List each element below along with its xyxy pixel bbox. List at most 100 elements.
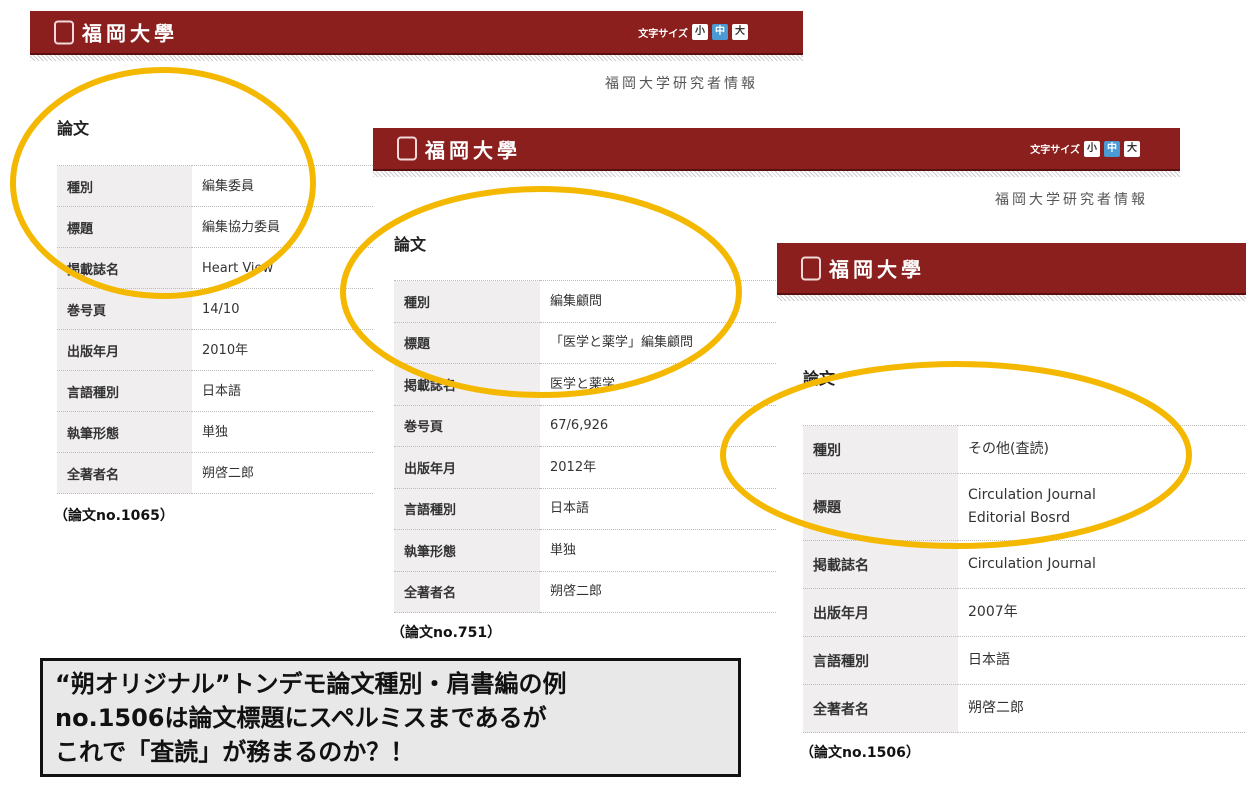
table-row: 全著者名 朔啓二郎: [394, 570, 814, 613]
table-row: 標題 「医学と薬学」編集顧問: [394, 321, 814, 364]
seal-icon: [801, 256, 821, 280]
table-row: 出版年月 2007年: [803, 588, 1246, 638]
table-row: 巻号頁 67/6,926: [394, 404, 814, 447]
university-logo[interactable]: 福岡大學: [801, 254, 925, 283]
row-value: 67/6,926: [540, 404, 814, 447]
table-row: 出版年月 2010年: [57, 329, 387, 371]
row-label: 全著者名: [57, 452, 192, 494]
row-value: 14/10: [192, 288, 387, 330]
table-row: 言語種別 日本語: [803, 636, 1246, 686]
table-row: 出版年月 2012年: [394, 446, 814, 489]
row-value: 「医学と薬学」編集顧問: [540, 321, 814, 364]
logo-text: 福岡大學: [829, 257, 925, 282]
row-value: 2012年: [540, 446, 814, 489]
university-logo[interactable]: 福岡大學: [54, 18, 178, 47]
row-label: 標題: [394, 321, 540, 364]
font-size-label: 文字サイズ: [1030, 145, 1080, 156]
row-value: 2010年: [192, 329, 387, 371]
font-size-switcher: 文字サイズ 小中大: [638, 24, 748, 40]
section-heading: 論文: [394, 235, 427, 254]
font-size-label: 文字サイズ: [638, 28, 688, 40]
section-heading: 論文: [57, 119, 90, 138]
row-value: 日本語: [958, 636, 1246, 686]
table-row: 掲載誌名 Heart View: [57, 247, 387, 289]
row-value: 朔啓二郎: [192, 452, 387, 494]
row-value: 編集協力委員: [192, 206, 387, 248]
seal-icon: [397, 136, 417, 161]
caption: （論文no.751）: [391, 625, 502, 641]
paper-detail-table: 種別 その他(査読) 標題 Circulation Journal Editorial…: [803, 425, 1246, 734]
row-value: 編集顧問: [540, 280, 814, 323]
caption: （論文no.1065）: [54, 508, 174, 524]
row-value: Circulation Journal Editorial Bosrd: [958, 472, 1246, 542]
table-row: 標題 編集協力委員: [57, 206, 387, 248]
font-size-large-button[interactable]: 大: [732, 24, 748, 40]
row-label: 巻号頁: [394, 404, 540, 447]
table-row: 掲載誌名 Circulation Journal: [803, 540, 1246, 590]
font-size-small-button[interactable]: 小: [1084, 140, 1100, 157]
university-logo[interactable]: 福岡大學: [397, 134, 521, 163]
table-row: 全著者名 朔啓二郎: [803, 684, 1246, 734]
site-header: 福岡大學 文字サイズ 小中大: [30, 11, 803, 55]
table-row: 言語種別 日本語: [57, 370, 387, 412]
row-label: 執筆形態: [57, 411, 192, 453]
logo-text: 福岡大學: [82, 21, 178, 46]
table-row: 標題 Circulation Journal Editorial Bosrd: [803, 472, 1246, 542]
row-value: 日本語: [540, 487, 814, 530]
row-label: 巻号頁: [57, 288, 192, 330]
paper-detail-table: 種別 編集顧問 標題 「医学と薬学」編集顧問 掲載誌名 医学と薬学 巻号頁 67/6,926 出…: [394, 280, 814, 613]
row-label: 全著者名: [394, 570, 540, 613]
table-row: 巻号頁 14/10: [57, 288, 387, 330]
row-label: 掲載誌名: [394, 363, 540, 406]
row-label: 出版年月: [57, 329, 192, 371]
row-value: 日本語: [192, 370, 387, 412]
row-label: 出版年月: [394, 446, 540, 489]
row-label: 執筆形態: [394, 529, 540, 572]
table-row: 種別 編集顧問: [394, 280, 814, 323]
font-size-small-button[interactable]: 小: [692, 24, 708, 40]
site-title: 福岡大学研究者情報: [995, 192, 1148, 208]
table-row: 執筆形態 単独: [57, 411, 387, 453]
row-value: 朔啓二郎: [540, 570, 814, 613]
row-label: 種別: [394, 280, 540, 323]
table-row: 全著者名 朔啓二郎: [57, 452, 387, 494]
row-label: 掲載誌名: [57, 247, 192, 289]
font-size-switcher: 文字サイズ 小中大: [1030, 140, 1140, 157]
section-heading: 論文: [803, 369, 836, 388]
table-row: 執筆形態 単独: [394, 529, 814, 572]
row-value: 編集委員: [192, 165, 387, 207]
header-stripe: [777, 295, 1246, 301]
site-title: 福岡大学研究者情報: [605, 76, 758, 92]
table-row: 種別 編集委員: [57, 165, 387, 207]
header-stripe: [30, 55, 803, 61]
font-size-medium-button[interactable]: 中: [1104, 140, 1120, 157]
annotation-box: “朔オリジナル”トンデモ論文種別・肩書編の例 no.1506は論文標題にスペルミ…: [40, 658, 741, 777]
row-label: 言語種別: [803, 636, 958, 686]
row-value: Circulation Journal: [958, 540, 1246, 590]
paper-detail-table: 種別 編集委員 標題 編集協力委員 掲載誌名 Heart View 巻号頁 14/10 出版年月…: [57, 165, 387, 494]
row-label: 標題: [803, 472, 958, 542]
screenshot-panel-3: 福岡大學 論文 種別 その他(査読) 標題 Circulation Journal E…: [777, 243, 1246, 797]
table-row: 掲載誌名 医学と薬学: [394, 363, 814, 406]
row-label: 標題: [57, 206, 192, 248]
row-value: 単独: [540, 529, 814, 572]
row-label: 言語種別: [394, 487, 540, 530]
site-header: 福岡大學: [777, 243, 1246, 295]
row-label: 言語種別: [57, 370, 192, 412]
row-value: 単独: [192, 411, 387, 453]
seal-icon: [54, 20, 74, 44]
table-row: 種別 その他(査読): [803, 425, 1246, 474]
row-value: その他(査読): [958, 425, 1246, 474]
row-value: 朔啓二郎: [958, 684, 1246, 734]
row-label: 全著者名: [803, 684, 958, 734]
row-value: Heart View: [192, 247, 387, 289]
font-size-large-button[interactable]: 大: [1124, 140, 1140, 157]
caption: （論文no.1506）: [800, 745, 920, 761]
row-label: 出版年月: [803, 588, 958, 638]
row-label: 種別: [57, 165, 192, 207]
row-value: 医学と薬学: [540, 363, 814, 406]
row-value: 2007年: [958, 588, 1246, 638]
row-label: 掲載誌名: [803, 540, 958, 590]
font-size-medium-button[interactable]: 中: [712, 24, 728, 40]
header-stripe: [373, 171, 1180, 177]
